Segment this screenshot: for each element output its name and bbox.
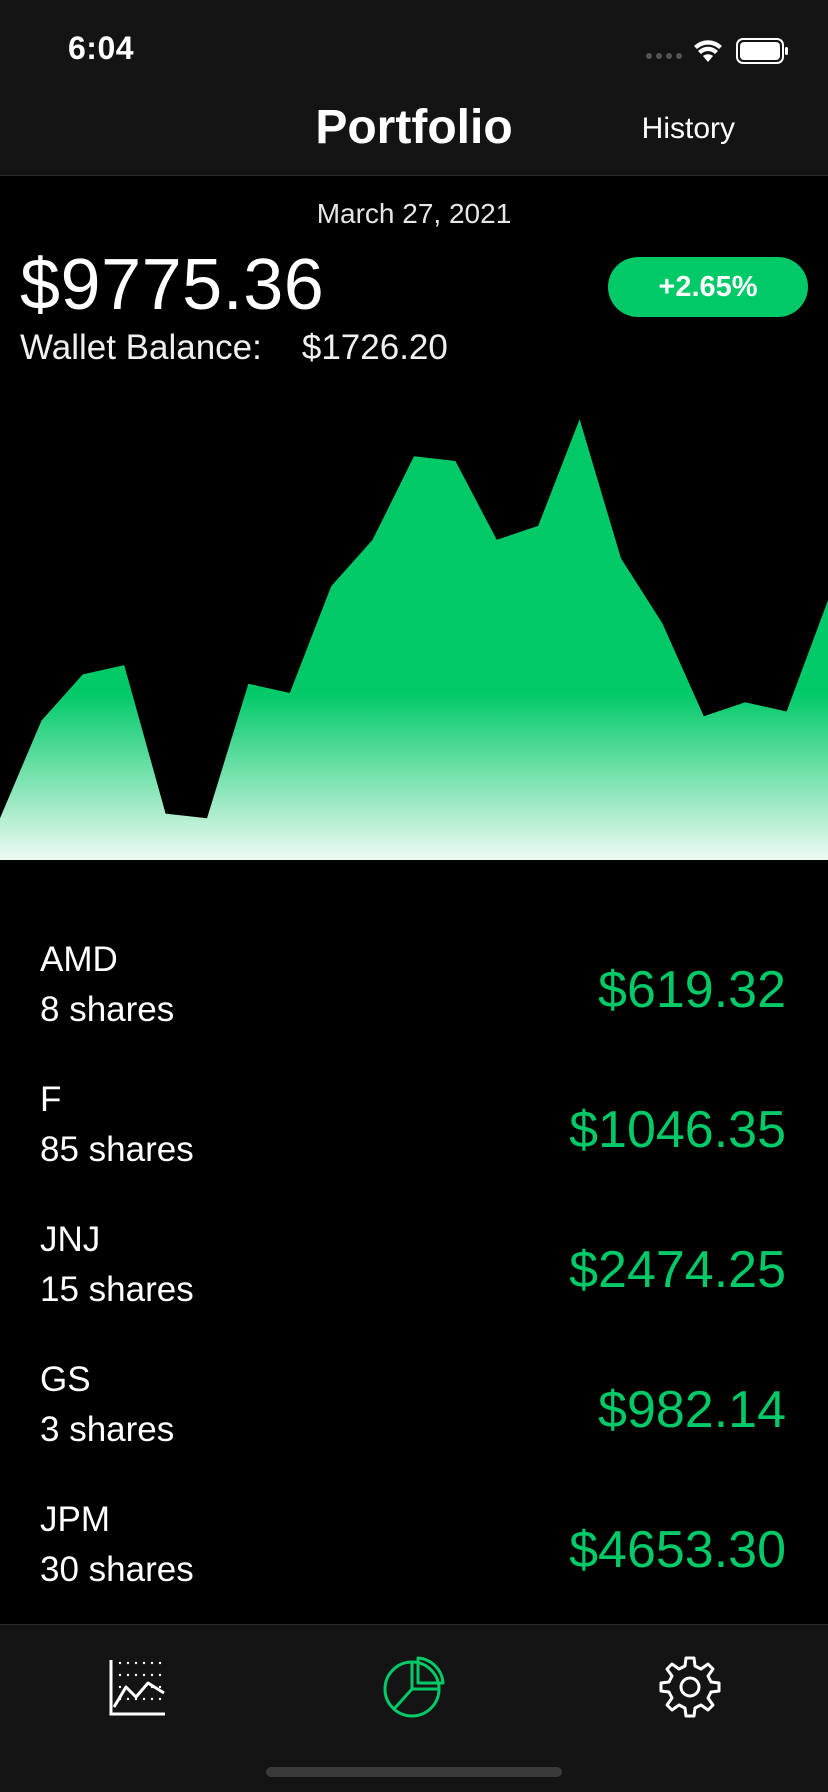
holding-value: $619.32 (598, 961, 786, 1019)
holding-shares: 85 shares (40, 1130, 194, 1169)
wallet-value: $1726.20 (301, 328, 448, 367)
holding-row[interactable]: JPM 30 shares $4653.30 (0, 1500, 828, 1620)
portfolio-area-chart[interactable] (0, 376, 828, 860)
holding-value: $1046.35 (569, 1101, 786, 1159)
holdings-list: AMD 8 shares $619.32 F 85 shares $1046.3… (0, 860, 828, 1624)
status-time: 6:04 (68, 30, 135, 66)
wallet-label: Wallet Balance: (20, 328, 262, 367)
tab-portfolio[interactable] (374, 1647, 454, 1727)
holding-symbol: AMD (40, 940, 118, 979)
wallet-balance: Wallet Balance: $1726.20 (20, 328, 448, 368)
holding-shares: 30 shares (40, 1550, 194, 1589)
status-bar: 6:04 (0, 0, 828, 88)
holding-shares: 15 shares (40, 1270, 194, 1309)
tab-charts[interactable] (98, 1647, 178, 1727)
portfolio-summary: March 27, 2021 $9775.36 +2.65% Wallet Ba… (0, 176, 828, 376)
holding-row[interactable]: AMD 8 shares $619.32 (0, 940, 828, 1060)
wifi-icon (694, 40, 722, 62)
area-series (0, 419, 828, 860)
signal-icon (646, 53, 682, 59)
gear-icon (659, 1656, 721, 1718)
holding-value: $982.14 (598, 1381, 786, 1439)
nav-bar: Portfolio History (0, 88, 828, 176)
pie-chart-icon (383, 1656, 445, 1718)
history-button[interactable]: History (642, 112, 735, 146)
holding-symbol: JPM (40, 1500, 110, 1539)
holding-symbol: JNJ (40, 1220, 101, 1259)
holding-symbol: GS (40, 1360, 91, 1399)
status-icons (646, 38, 788, 64)
portfolio-total-value: $9775.36 (20, 245, 325, 325)
home-indicator (266, 1767, 562, 1777)
holding-symbol: F (40, 1080, 62, 1119)
holding-value: $4653.30 (569, 1521, 786, 1579)
summary-date: March 27, 2021 (316, 198, 512, 229)
line-chart-icon (109, 1660, 165, 1716)
tab-bar (0, 1624, 828, 1792)
battery-icon (736, 38, 788, 64)
holding-shares: 8 shares (40, 990, 175, 1029)
holding-row[interactable]: JNJ 15 shares $2474.25 (0, 1220, 828, 1340)
holding-shares: 3 shares (40, 1410, 175, 1449)
tab-settings[interactable] (650, 1647, 730, 1727)
change-badge[interactable]: +2.65% (608, 257, 808, 317)
holding-row[interactable]: GS 3 shares $982.14 (0, 1360, 828, 1480)
holding-row[interactable]: F 85 shares $1046.35 (0, 1080, 828, 1200)
holding-value: $2474.25 (569, 1241, 786, 1299)
